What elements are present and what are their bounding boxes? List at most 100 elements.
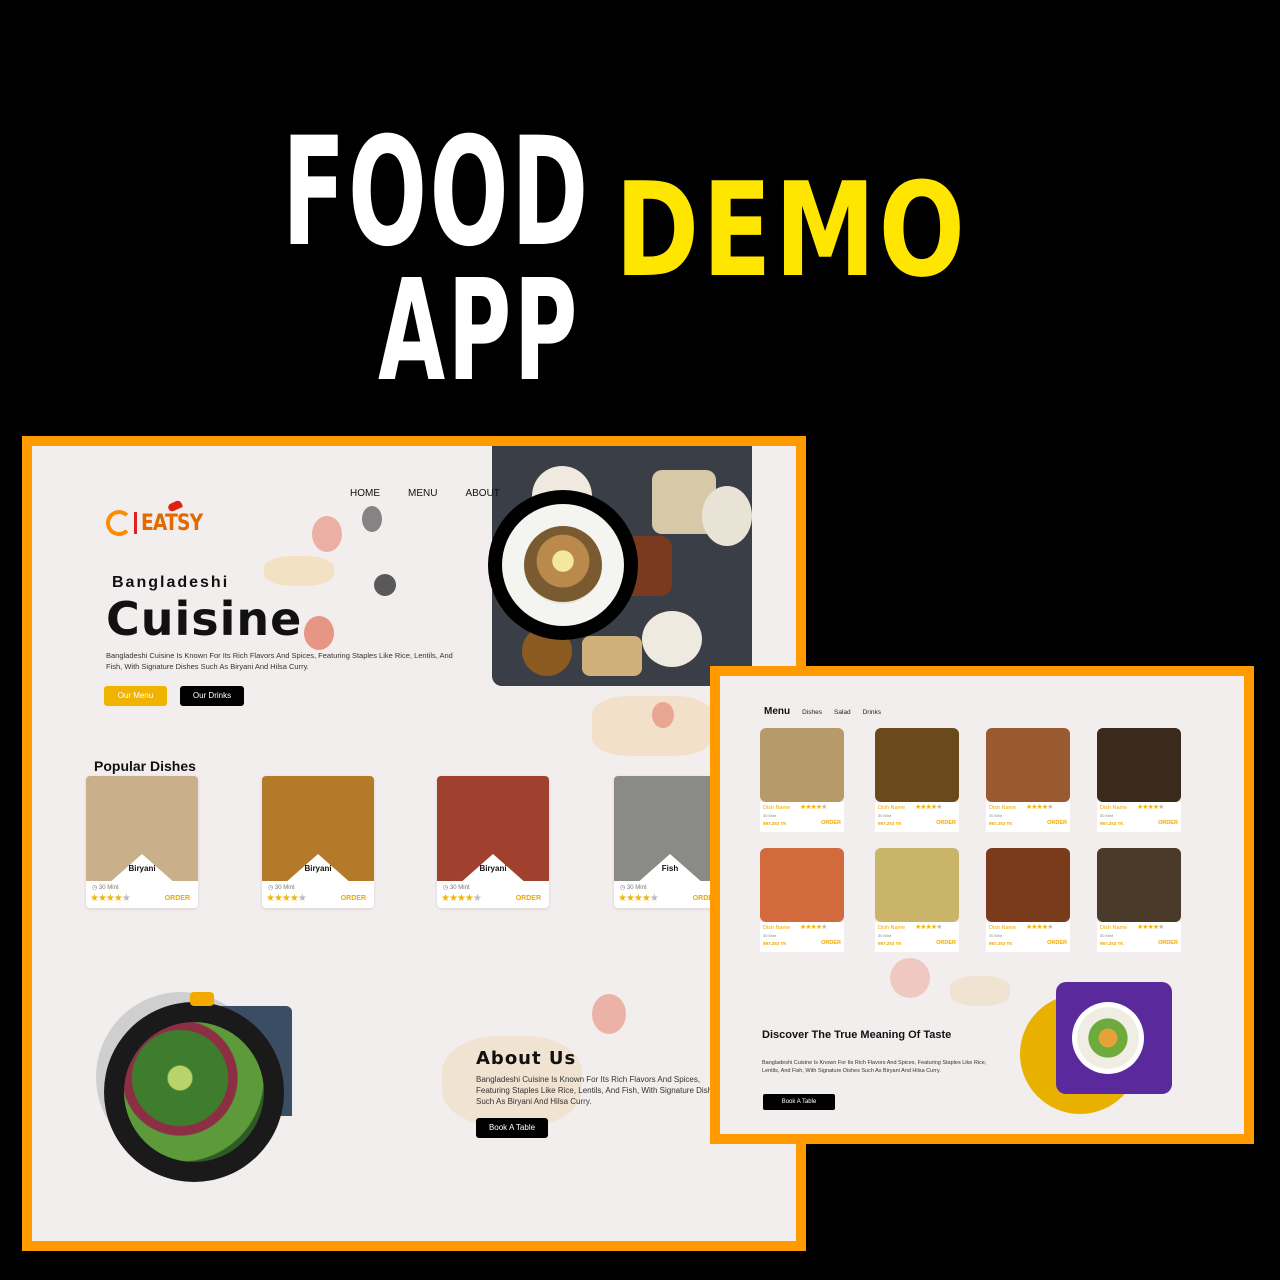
menu-item-card[interactable]: Dish Name ★★★★★ 30 Mint 997.253 TK ORDER bbox=[986, 848, 1070, 952]
rating-stars-icon: ★★★★★ bbox=[1137, 804, 1164, 811]
hero-subtitle: Bangladeshi bbox=[112, 574, 230, 591]
decor-olive bbox=[374, 574, 396, 596]
logo-mark-icon bbox=[106, 510, 132, 536]
menu-item-card[interactable]: Dish Name ★★★★★ 30 Mint 997.253 TK ORDER bbox=[986, 728, 1070, 832]
popular-dish-card[interactable]: Biryani ◷ 30 Mint ★★★★★ ORDER bbox=[86, 776, 198, 908]
dish-time: 30 Mint bbox=[989, 933, 1003, 938]
order-button[interactable]: ORDER bbox=[1047, 940, 1067, 946]
menu-item-card[interactable]: Dish Name ★★★★★ 30 Mint 997.253 TK ORDER bbox=[1097, 848, 1181, 952]
dish-price: 997.253 TK bbox=[878, 941, 902, 946]
dish-image bbox=[986, 848, 1070, 922]
book-table-button[interactable]: Book A Table bbox=[763, 1094, 835, 1110]
dish-price: 997.253 TK bbox=[763, 941, 787, 946]
dish-image bbox=[875, 848, 959, 922]
popular-dishes-title: Popular Dishes bbox=[94, 758, 196, 774]
dish-name: Dish Name bbox=[989, 805, 1017, 811]
order-button[interactable]: ORDER bbox=[341, 895, 366, 902]
decor-tomato bbox=[304, 616, 334, 650]
nav-menu[interactable]: MENU bbox=[408, 488, 437, 499]
dish-time: 30 Mint bbox=[763, 813, 777, 818]
rating-stars-icon: ★★★★★ bbox=[1026, 924, 1053, 931]
tab-menu[interactable]: Menu bbox=[764, 706, 790, 717]
dish-name: Biryani bbox=[479, 864, 507, 873]
dish-name: Biryani bbox=[304, 864, 332, 873]
dish-time: ◷ 30 Mint bbox=[268, 885, 295, 891]
dish-image bbox=[760, 728, 844, 802]
dish-time: ◷ 30 Mint bbox=[443, 885, 470, 891]
menu-item-card[interactable]: Dish Name ★★★★★ 30 Mint 997.253 TK ORDER bbox=[1097, 728, 1181, 832]
nav-home[interactable]: HOME bbox=[350, 488, 380, 499]
logo[interactable]: EATSY bbox=[106, 499, 213, 536]
rating-stars-icon: ★★★★★ bbox=[1026, 804, 1053, 811]
headline-food: FOOD bbox=[282, 106, 591, 280]
rating-stars-icon: ★★★★★ bbox=[266, 893, 307, 904]
dish-price: 997.253 TK bbox=[1100, 821, 1124, 826]
menu-item-card[interactable]: Dish Name ★★★★★ 30 Mint 997.253 TK ORDER bbox=[875, 848, 959, 952]
dish-image bbox=[986, 728, 1070, 802]
juice-glass bbox=[190, 992, 214, 1006]
dish-image bbox=[760, 848, 844, 922]
dish-name: Dish Name bbox=[763, 925, 791, 931]
tab-drinks[interactable]: Drinks bbox=[863, 709, 881, 716]
rating-stars-icon: ★★★★★ bbox=[800, 924, 827, 931]
order-button[interactable]: ORDER bbox=[1047, 820, 1067, 826]
order-button[interactable]: ORDER bbox=[516, 895, 541, 902]
dish-price: 997.253 TK bbox=[878, 821, 902, 826]
rating-stars-icon: ★★★★★ bbox=[618, 893, 659, 904]
hero-title: Cuisine bbox=[106, 592, 303, 646]
headline-demo: DEMO bbox=[615, 154, 969, 306]
popular-dish-card[interactable]: Biryani ◷ 30 Mint ★★★★★ ORDER bbox=[437, 776, 549, 908]
about-us-title: About Us bbox=[476, 1048, 577, 1069]
book-table-button[interactable]: Book A Table bbox=[476, 1118, 548, 1138]
tab-salad[interactable]: Salad bbox=[834, 709, 851, 716]
dish-name: Dish Name bbox=[1100, 925, 1128, 931]
dish-time: 30 Mint bbox=[763, 933, 777, 938]
menu-page-preview: Menu Dishes Salad Drinks Dish Name ★★★★★ 3… bbox=[710, 666, 1254, 1144]
dish-time: 30 Mint bbox=[1100, 933, 1114, 938]
dish-time: 30 Mint bbox=[878, 933, 892, 938]
dish-price: 997.253 TK bbox=[989, 821, 1013, 826]
rating-stars-icon: ★★★★★ bbox=[915, 804, 942, 811]
dish-name: Dish Name bbox=[989, 925, 1017, 931]
dish-name: Dish Name bbox=[763, 805, 791, 811]
order-button[interactable]: ORDER bbox=[821, 940, 841, 946]
dish-price: 997.253 TK bbox=[989, 941, 1013, 946]
discover-dish bbox=[1072, 1002, 1144, 1074]
order-button[interactable]: ORDER bbox=[821, 820, 841, 826]
menu-item-card[interactable]: Dish Name ★★★★★ 30 Mint 997.253 TK ORDER bbox=[760, 728, 844, 832]
home-page-preview: HOME MENU ABOUT EATSY Bangladeshi Cuisin… bbox=[22, 436, 806, 1251]
dish-image bbox=[875, 728, 959, 802]
decor-olive bbox=[362, 506, 382, 532]
menu-tabs: Menu Dishes Salad Drinks bbox=[764, 706, 881, 717]
order-button[interactable]: ORDER bbox=[1158, 940, 1178, 946]
dish-image bbox=[1097, 848, 1181, 922]
order-button[interactable]: ORDER bbox=[936, 820, 956, 826]
dish-time: ◷ 30 Mint bbox=[92, 885, 119, 891]
about-us-description: Bangladeshi Cuisine Is Known For Its Ric… bbox=[476, 1075, 721, 1106]
dish-time: ◷ 30 Mint bbox=[620, 885, 647, 891]
order-button[interactable]: ORDER bbox=[165, 895, 190, 902]
hero-description: Bangladeshi Cuisine Is Known For Its Ric… bbox=[106, 651, 453, 671]
hero-dish bbox=[524, 526, 602, 604]
our-menu-button[interactable]: Our Menu bbox=[104, 686, 167, 706]
popular-dish-card[interactable]: Biryani ◷ 30 Mint ★★★★★ ORDER bbox=[262, 776, 374, 908]
menu-item-card[interactable]: Dish Name ★★★★★ 30 Mint 997.253 TK ORDER bbox=[760, 848, 844, 952]
order-button[interactable]: ORDER bbox=[1158, 820, 1178, 826]
tab-dishes[interactable]: Dishes bbox=[802, 709, 822, 716]
main-nav: HOME MENU ABOUT bbox=[350, 488, 500, 499]
dish-time: 30 Mint bbox=[1100, 813, 1114, 818]
discover-description: Bangladeshi Cuisine Is Known For Its Ric… bbox=[762, 1060, 987, 1074]
salad-dish bbox=[124, 1022, 264, 1162]
discover-title: Discover The True Meaning Of Taste bbox=[762, 1029, 952, 1041]
our-drinks-button[interactable]: Our Drinks bbox=[180, 686, 244, 706]
rating-stars-icon: ★★★★★ bbox=[90, 893, 131, 904]
dish-price: 997.253 TK bbox=[763, 821, 787, 826]
nav-about[interactable]: ABOUT bbox=[465, 488, 499, 499]
dish-name: Dish Name bbox=[878, 925, 906, 931]
rating-stars-icon: ★★★★★ bbox=[915, 924, 942, 931]
dish-price: 997.253 TK bbox=[1100, 941, 1124, 946]
dish-name: Dish Name bbox=[1100, 805, 1128, 811]
menu-item-card[interactable]: Dish Name ★★★★★ 30 Mint 997.253 TK ORDER bbox=[875, 728, 959, 832]
dish-image bbox=[1097, 728, 1181, 802]
order-button[interactable]: ORDER bbox=[936, 940, 956, 946]
